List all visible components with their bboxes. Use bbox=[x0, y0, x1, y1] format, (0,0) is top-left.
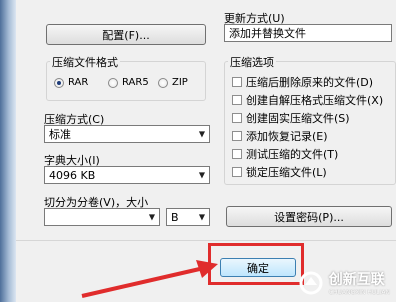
chevron-down-icon: ▼ bbox=[198, 129, 205, 139]
config-button[interactable]: 配置(F)... bbox=[46, 24, 206, 45]
option-test-files-label: 测试压缩的文件(T) bbox=[246, 148, 339, 161]
option-lock-archive-label: 锁定压缩文件(L) bbox=[246, 166, 327, 179]
dictionary-size-value: 4096 KB bbox=[49, 168, 96, 182]
option-recovery-record-label: 添加恢复记录(E) bbox=[246, 130, 328, 143]
compression-method-select[interactable]: 标准 ▼ bbox=[44, 125, 210, 143]
divider bbox=[16, 240, 396, 241]
background-window-edge bbox=[0, 0, 16, 302]
option-solid[interactable]: 创建固实压缩文件(S) bbox=[232, 110, 350, 126]
format-radio-zip[interactable]: ZIP bbox=[158, 77, 188, 88]
option-solid-label: 创建固实压缩文件(S) bbox=[246, 112, 350, 125]
red-arrow-icon bbox=[81, 260, 218, 298]
split-unit-select[interactable]: B ▼ bbox=[166, 208, 210, 226]
format-label-rar5: RAR5 bbox=[122, 77, 149, 88]
archive-format-title: 压缩文件格式 bbox=[50, 54, 120, 70]
checkbox-icon bbox=[232, 95, 242, 105]
brand-logo-icon bbox=[299, 271, 323, 294]
split-unit-value: B bbox=[171, 210, 179, 224]
chevron-down-icon: ▼ bbox=[148, 212, 155, 222]
compression-method-value: 标准 bbox=[49, 128, 71, 141]
radio-unselected-icon bbox=[158, 77, 168, 88]
radio-selected-icon bbox=[54, 77, 64, 88]
checkbox-icon bbox=[232, 167, 242, 177]
radio-unselected-icon bbox=[108, 77, 118, 88]
format-radio-rar5[interactable]: RAR5 bbox=[108, 77, 149, 88]
checkbox-icon bbox=[232, 77, 242, 87]
split-size-input[interactable]: ▼ bbox=[44, 208, 160, 226]
watermark-subtext: CHUANGXIN HULIAN bbox=[328, 289, 390, 296]
checkbox-icon bbox=[232, 113, 242, 123]
option-recovery-record[interactable]: 添加恢复记录(E) bbox=[232, 128, 328, 144]
format-label-rar: RAR bbox=[68, 77, 89, 88]
chevron-down-icon: ▼ bbox=[198, 212, 205, 222]
ok-button[interactable]: 确定 bbox=[220, 258, 296, 277]
option-delete-after[interactable]: 压缩后删除原来的文件(D) bbox=[232, 74, 373, 90]
chevron-down-icon: ▼ bbox=[198, 170, 205, 180]
dictionary-size-select[interactable]: 4096 KB ▼ bbox=[44, 166, 210, 184]
checkbox-icon bbox=[232, 149, 242, 159]
option-sfx[interactable]: 创建自解压格式压缩文件(X) bbox=[232, 92, 383, 108]
watermark: 创新互联 CHUANGXIN HULIAN bbox=[299, 269, 390, 296]
archive-settings-dialog: 更新方式(U) 添加并替换文件 配置(F)... 压缩文件格式 RAR RAR5… bbox=[16, 0, 396, 302]
checkbox-icon bbox=[232, 131, 242, 141]
watermark-text: 创新互联 bbox=[328, 272, 385, 288]
update-method-select[interactable]: 添加并替换文件 bbox=[224, 24, 392, 42]
format-radio-rar[interactable]: RAR bbox=[54, 77, 88, 88]
option-sfx-label: 创建自解压格式压缩文件(X) bbox=[246, 94, 384, 107]
format-label-zip: ZIP bbox=[172, 77, 188, 88]
option-delete-after-label: 压缩后删除原来的文件(D) bbox=[246, 76, 374, 89]
option-lock-archive[interactable]: 锁定压缩文件(L) bbox=[232, 164, 327, 180]
update-method-value: 添加并替换文件 bbox=[229, 27, 306, 40]
compression-options-title: 压缩选项 bbox=[228, 54, 276, 70]
option-test-files[interactable]: 测试压缩的文件(T) bbox=[232, 146, 338, 162]
set-password-button[interactable]: 设置密码(P)... bbox=[226, 206, 392, 227]
